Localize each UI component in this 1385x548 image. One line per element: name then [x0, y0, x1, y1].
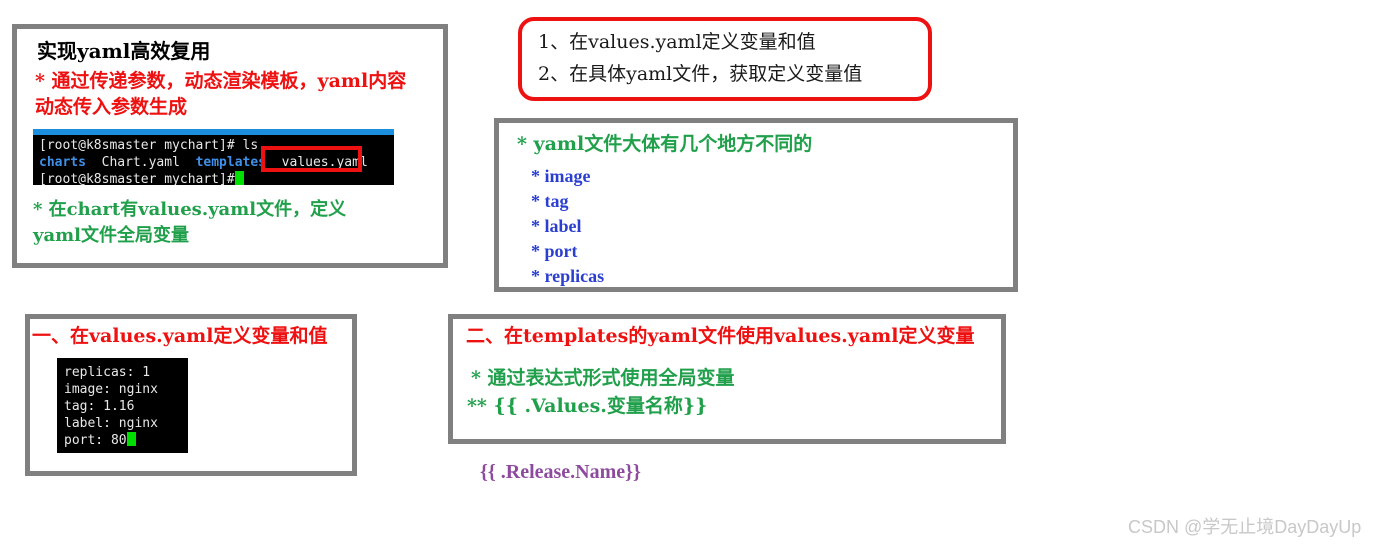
values-terminal-body: replicas: 1 image: nginx tag: 1.16 label… [64, 364, 186, 449]
intro-box: 实现yaml高效复用 * 通过传递参数，动态渲染模板，yaml内容 动态传入参数… [12, 24, 448, 268]
intro-note-line2: yaml文件全局变量 [33, 225, 190, 246]
templates-usage-line1: * 通过表达式形式使用全局变量 [471, 367, 735, 389]
terminal-line-2: charts Chart.yaml templates values.yaml [39, 154, 392, 171]
terminal-prompt: [root@k8smaster mychart]# [39, 172, 235, 185]
intro-title: 实现yaml高效复用 [37, 39, 211, 63]
terminal-titlebar [33, 129, 394, 135]
csdn-watermark: CSDN @学无止境DayDayUp [1128, 517, 1362, 537]
terminal-dir-charts: charts [39, 155, 86, 170]
values-yaml-terminal: replicas: 1 image: nginx tag: 1.16 label… [57, 358, 188, 453]
terminal-cursor [234, 171, 244, 185]
step-item-1: 1、在values.yaml定义变量和值 [538, 31, 816, 53]
yaml-diff-item-tag: * tag [531, 191, 569, 211]
intro-bullet-line1: * 通过传递参数，动态渲染模板，yaml内容 [35, 70, 407, 92]
slide-canvas: 实现yaml高效复用 * 通过传递参数，动态渲染模板，yaml内容 动态传入参数… [0, 0, 1385, 548]
terminal-file-chart-yaml: Chart.yaml [101, 155, 180, 170]
yaml-diff-item-image: * image [531, 166, 591, 186]
values-line-image: image: nginx [64, 382, 158, 397]
values-line-tag: tag: 1.16 [64, 399, 135, 414]
values-port-text: port: 80 [64, 433, 127, 448]
terminal-gap-3 [266, 155, 282, 170]
step-item-2: 2、在具体yaml文件，获取定义变量值 [538, 63, 863, 85]
terminal-line-1: [root@k8smaster mychart]# ls [39, 138, 259, 153]
templates-usage-line2: ** {{ .Values.变量名称}} [467, 395, 708, 417]
steps-box: 1、在values.yaml定义变量和值 2、在具体yaml文件，获取定义变量值 [518, 17, 932, 101]
terminal-gap-2 [180, 155, 196, 170]
values-line-label: label: nginx [64, 416, 158, 431]
terminal-body: [root@k8smaster mychart]# ls charts Char… [39, 137, 392, 185]
values-line-port: port: 80 [64, 432, 186, 449]
intro-note-line1: * 在chart有values.yaml文件，定义 [33, 199, 347, 220]
values-definition-heading: 一、在values.yaml定义变量和值 [32, 325, 328, 347]
intro-bullet-line2: 动态传入参数生成 [35, 96, 188, 118]
terminal-line-3: [root@k8smaster mychart]# [39, 171, 392, 185]
terminal-gap-1 [86, 155, 102, 170]
values-line-replicas: replicas: 1 [64, 365, 151, 380]
yaml-diffs-heading: * yaml文件大体有几个地方不同的 [517, 133, 813, 155]
yaml-diff-item-label: * label [531, 216, 582, 236]
yaml-diff-item-port: * port [531, 241, 578, 261]
values-definition-box: 一、在values.yaml定义变量和值 replicas: 1 image: … [25, 314, 357, 476]
yaml-diffs-box: * yaml文件大体有几个地方不同的 * image * tag * label… [494, 118, 1018, 292]
ls-terminal: [root@k8smaster mychart]# ls charts Char… [33, 129, 394, 185]
values-terminal-cursor [126, 432, 136, 446]
release-name-expression: {{ .Release.Name}} [480, 461, 641, 483]
yaml-diff-item-replicas: * replicas [531, 266, 605, 286]
templates-usage-heading: 二、在templates的yaml文件使用values.yaml定义变量 [466, 325, 975, 347]
templates-usage-box: 二、在templates的yaml文件使用values.yaml定义变量 * 通… [448, 314, 1006, 444]
terminal-file-values-yaml: values.yaml [281, 155, 368, 170]
terminal-dir-templates: templates [195, 155, 267, 170]
